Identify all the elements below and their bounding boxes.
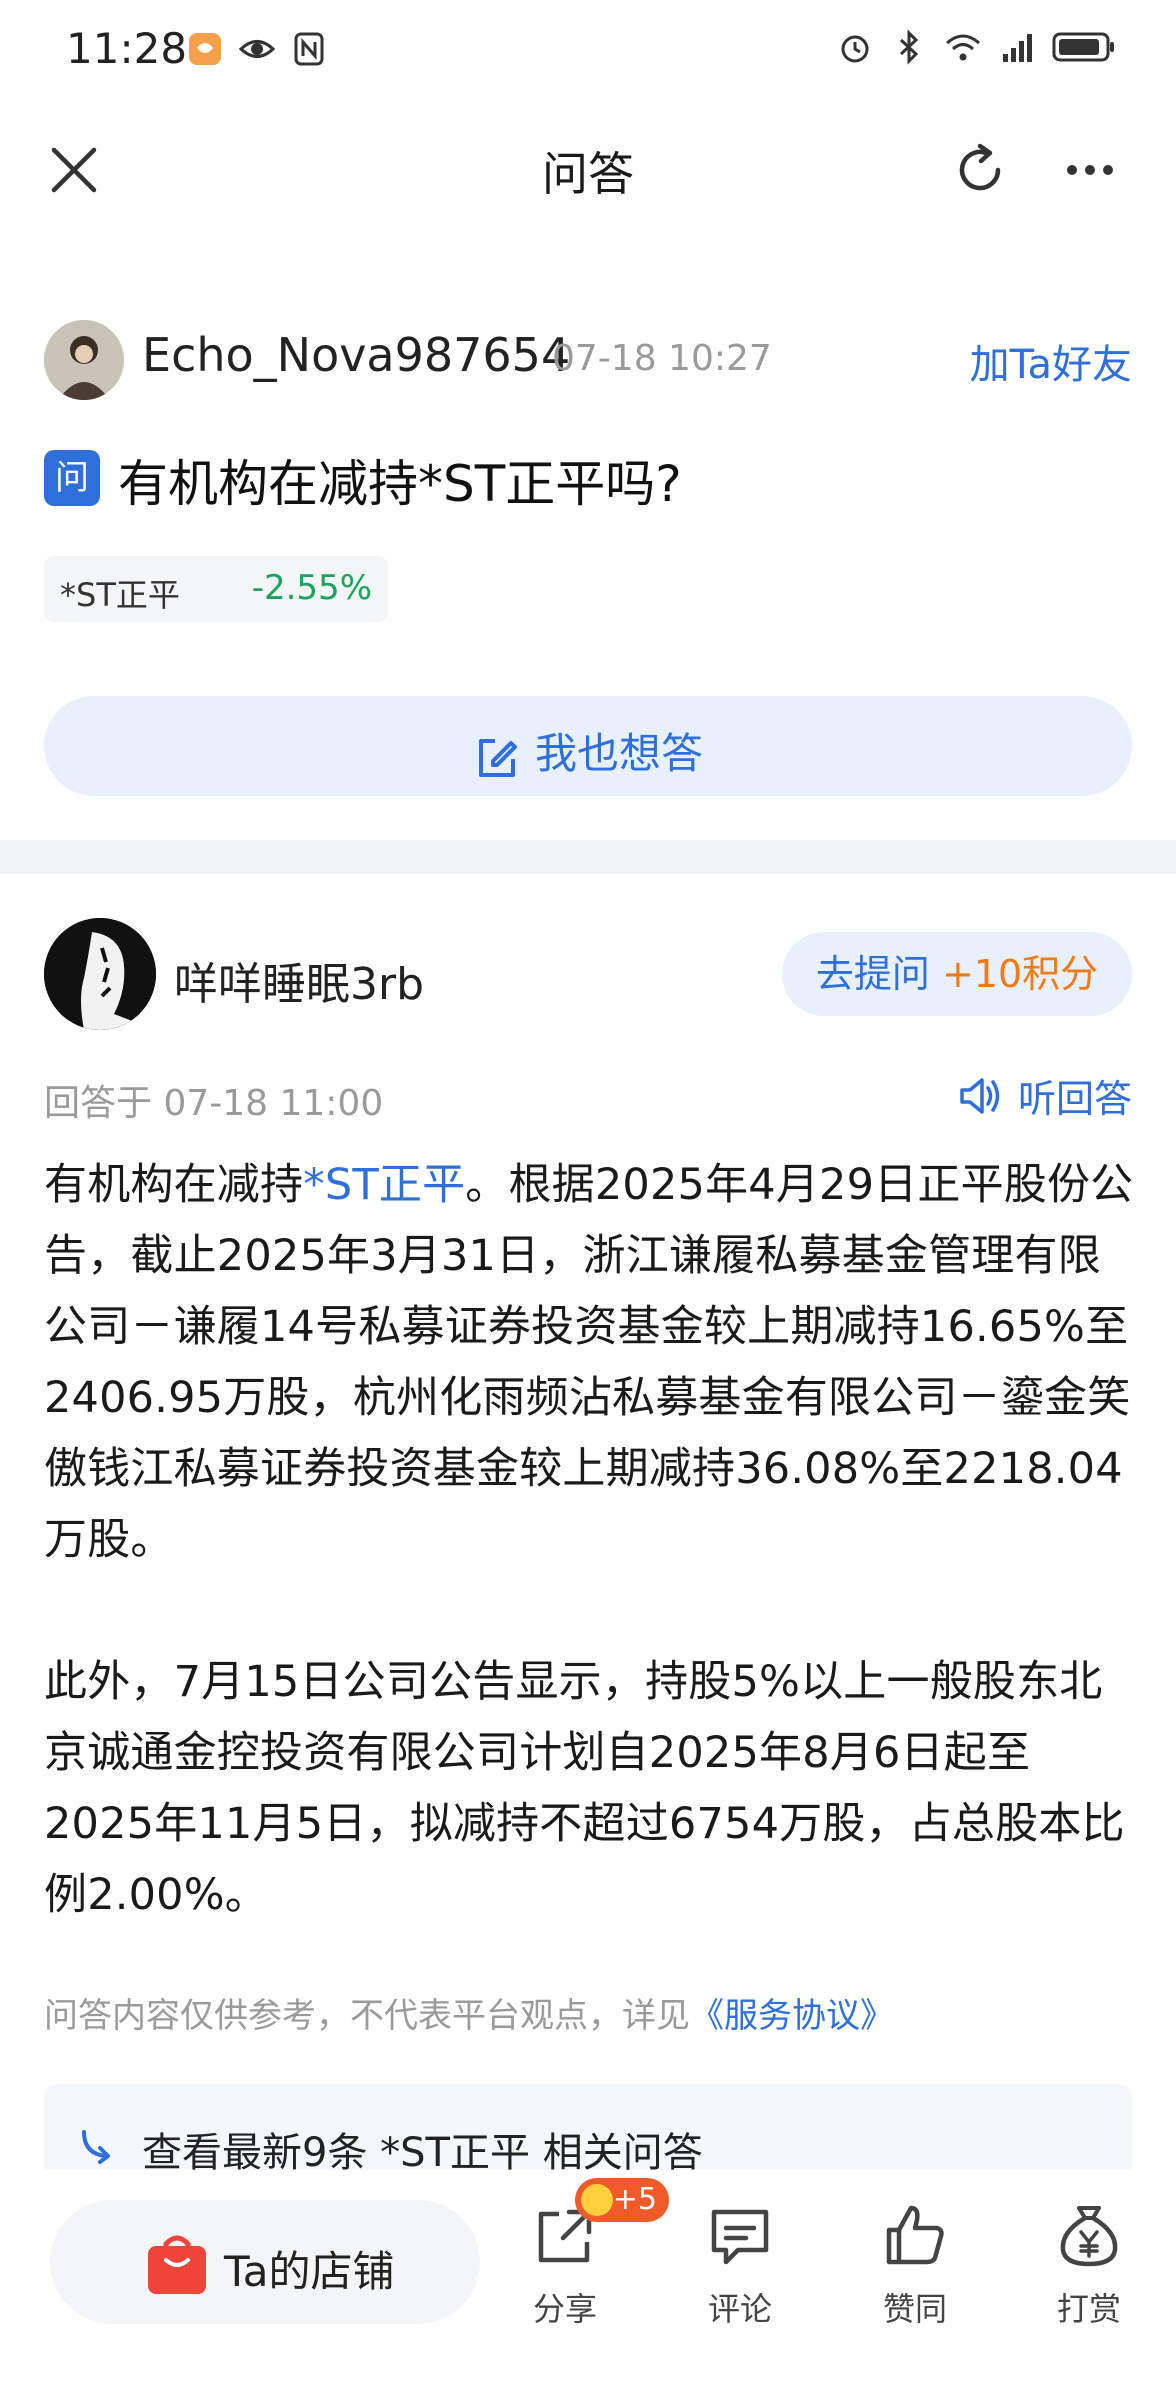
- stock-change: -2.55%: [251, 568, 372, 608]
- arrow-curve-icon: [82, 2130, 110, 2164]
- answer-paragraph-1: 有机构在减持*ST正平。根据2025年4月29日正平股份公告，截止2025年3月…: [44, 1160, 1134, 1565]
- like-button[interactable]: 赞同: [850, 2200, 980, 2350]
- disclaimer: 问答内容仅供参考，不代表平台观点，详见《服务协议》: [44, 1996, 894, 2036]
- money-bag-icon: [1060, 2206, 1118, 2267]
- question: 问 有机构在减持*ST正平吗?: [44, 440, 1132, 520]
- related-questions[interactable]: 查看最新9条 *ST正平 相关问答: [44, 2084, 1132, 2174]
- comment-button[interactable]: 评论: [675, 2200, 805, 2350]
- signal-icon: [1003, 34, 1032, 62]
- answer-meta: 回答于 07-18 11:00 听回答: [44, 1068, 1132, 1124]
- service-agreement-link[interactable]: 《服务协议》: [690, 1996, 894, 2036]
- answer-time: 回答于 07-18 11:00: [44, 1083, 384, 1124]
- nfc-icon: [294, 32, 324, 66]
- like-label: 赞同: [882, 2290, 947, 2328]
- ask-label: 去提问: [815, 952, 930, 996]
- answer-too-label: 我也想答: [534, 729, 703, 778]
- question-text: 有机构在减持*ST正平吗?: [118, 455, 682, 513]
- asker-row: Echo_Nova987654 07-18 10:27 加Ta好友: [44, 320, 1132, 400]
- answer-body: 有机构在减持*ST正平。根据2025年4月29日正平股份公告，截止2025年3月…: [44, 1150, 1136, 2002]
- listen-answer-button[interactable]: 听回答: [956, 1068, 1132, 1123]
- asker-time: 07-18 10:27: [552, 338, 772, 379]
- shopping-bag-icon: [148, 2235, 206, 2294]
- header: 问答: [0, 110, 1176, 230]
- asker-name[interactable]: Echo_Nova987654: [142, 328, 570, 382]
- shop-button[interactable]: Ta的店铺: [50, 2200, 480, 2324]
- alarm-icon: [841, 35, 869, 63]
- more-icon[interactable]: [1060, 140, 1120, 200]
- status-right-icons: [836, 28, 1116, 66]
- tip-label: 打赏: [1056, 2290, 1121, 2328]
- share-label: 分享: [532, 2290, 597, 2328]
- share-button[interactable]: 分享: [500, 2200, 630, 2350]
- question-badge: 问: [44, 450, 100, 506]
- listen-label: 听回答: [1017, 1077, 1132, 1121]
- status-left-icons: [186, 30, 328, 68]
- wifi-icon: [946, 34, 980, 61]
- related-questions-label: 查看最新9条 *ST正平 相关问答: [142, 2130, 703, 2174]
- speaker-icon: [960, 1077, 1000, 1114]
- answer-too-button[interactable]: 我也想答: [44, 696, 1132, 796]
- eye-icon: [238, 40, 276, 58]
- answer-stock-link[interactable]: *ST正平: [303, 1160, 465, 1210]
- answerer-avatar[interactable]: [44, 918, 156, 1030]
- edit-icon: [478, 738, 517, 777]
- coin-icon: [581, 2184, 613, 2216]
- status-time: 11:28: [66, 24, 188, 73]
- ask-question-button[interactable]: 去提问 +10积分: [782, 932, 1132, 1016]
- share-points-badge: +5: [575, 2178, 669, 2222]
- answerer-name[interactable]: 咩咩睡眠3rb: [174, 948, 424, 1012]
- answer-paragraph-2: 此外，7月15日公司公告显示，持股5%以上一般股东北京诚通金控投资有限公司计划自…: [44, 1657, 1125, 1920]
- tip-button[interactable]: 打赏: [1024, 2200, 1154, 2350]
- stock-name: *ST正平: [60, 576, 180, 614]
- thumbs-up-icon: [886, 2205, 944, 2265]
- refresh-icon[interactable]: [950, 140, 1010, 200]
- status-bar: 11:28: [0, 0, 1176, 100]
- add-friend-button[interactable]: 加Ta好友: [970, 332, 1132, 390]
- answerer-row: 咩咩睡眠3rb 去提问 +10积分: [44, 918, 1132, 1030]
- comment-icon: [711, 2209, 769, 2265]
- asker-avatar[interactable]: [44, 320, 124, 400]
- app-notification-icon: [189, 33, 221, 65]
- battery-icon: [1052, 32, 1114, 62]
- shop-label: Ta的店铺: [224, 2247, 395, 2296]
- bottom-bar: Ta的店铺 分享 +5 评论 赞同 打赏: [0, 2170, 1176, 2400]
- stock-chip[interactable]: *ST正平 -2.55%: [44, 556, 388, 622]
- section-divider: [0, 840, 1176, 874]
- comment-label: 评论: [707, 2290, 772, 2328]
- ask-points: +10积分: [941, 952, 1099, 996]
- bluetooth-icon: [899, 29, 919, 65]
